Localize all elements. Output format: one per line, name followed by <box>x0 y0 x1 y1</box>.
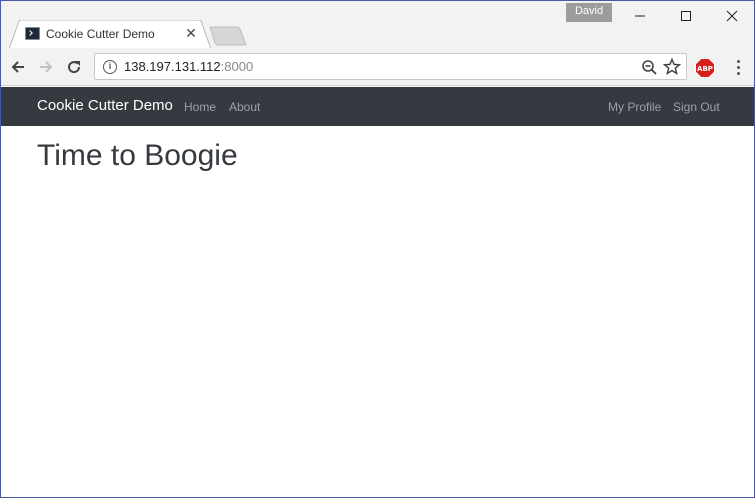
brand-link[interactable]: Cookie Cutter Demo <box>37 97 173 114</box>
tab-strip: Cookie Cutter Demo ✕ David <box>1 1 754 49</box>
arrow-right-icon <box>40 61 53 73</box>
url-port: :8000 <box>220 59 254 74</box>
forward-button[interactable] <box>35 56 57 78</box>
nav-link-about[interactable]: About <box>229 100 260 114</box>
minimize-icon <box>635 15 645 17</box>
adblock-plus-icon[interactable]: ABP <box>695 58 715 78</box>
bookmark-star-icon[interactable] <box>663 58 681 76</box>
new-tab-button[interactable] <box>209 26 247 46</box>
nav-link-sign-out[interactable]: Sign Out <box>673 100 720 114</box>
browser-window: Cookie Cutter Demo ✕ David i 138.197.131… <box>0 0 755 498</box>
info-icon[interactable]: i <box>103 60 117 74</box>
page-title: Time to Boogie <box>37 139 238 172</box>
tab-title: Cookie Cutter Demo <box>46 27 155 41</box>
close-window-button[interactable] <box>709 1 754 31</box>
site-navbar: Cookie Cutter Demo Home About My Profile… <box>1 87 754 126</box>
profile-badge[interactable]: David <box>566 3 612 22</box>
browser-toolbar: i 138.197.131.112:8000 ABP <box>1 48 754 86</box>
reload-button[interactable] <box>63 56 85 78</box>
terminal-favicon-icon <box>25 27 40 40</box>
address-bar[interactable]: i 138.197.131.112:8000 <box>94 53 687 80</box>
url-text[interactable]: 138.197.131.112:8000 <box>124 59 253 74</box>
maximize-icon <box>681 11 691 21</box>
maximize-button[interactable] <box>663 1 709 31</box>
nav-link-my-profile[interactable]: My Profile <box>608 100 661 114</box>
url-host: 138.197.131.112 <box>124 59 221 74</box>
minimize-button[interactable] <box>617 1 663 31</box>
browser-tab[interactable]: Cookie Cutter Demo ✕ <box>9 20 211 49</box>
zoom-out-icon[interactable] <box>641 59 658 76</box>
back-button[interactable] <box>7 56 29 78</box>
nav-link-home[interactable]: Home <box>184 100 216 114</box>
arrow-left-icon <box>11 61 24 73</box>
browser-menu-icon[interactable] <box>728 57 748 77</box>
reload-icon <box>68 61 81 74</box>
tab-close-icon[interactable]: ✕ <box>183 25 199 41</box>
close-icon <box>726 10 738 22</box>
adblock-label: ABP <box>697 65 713 73</box>
